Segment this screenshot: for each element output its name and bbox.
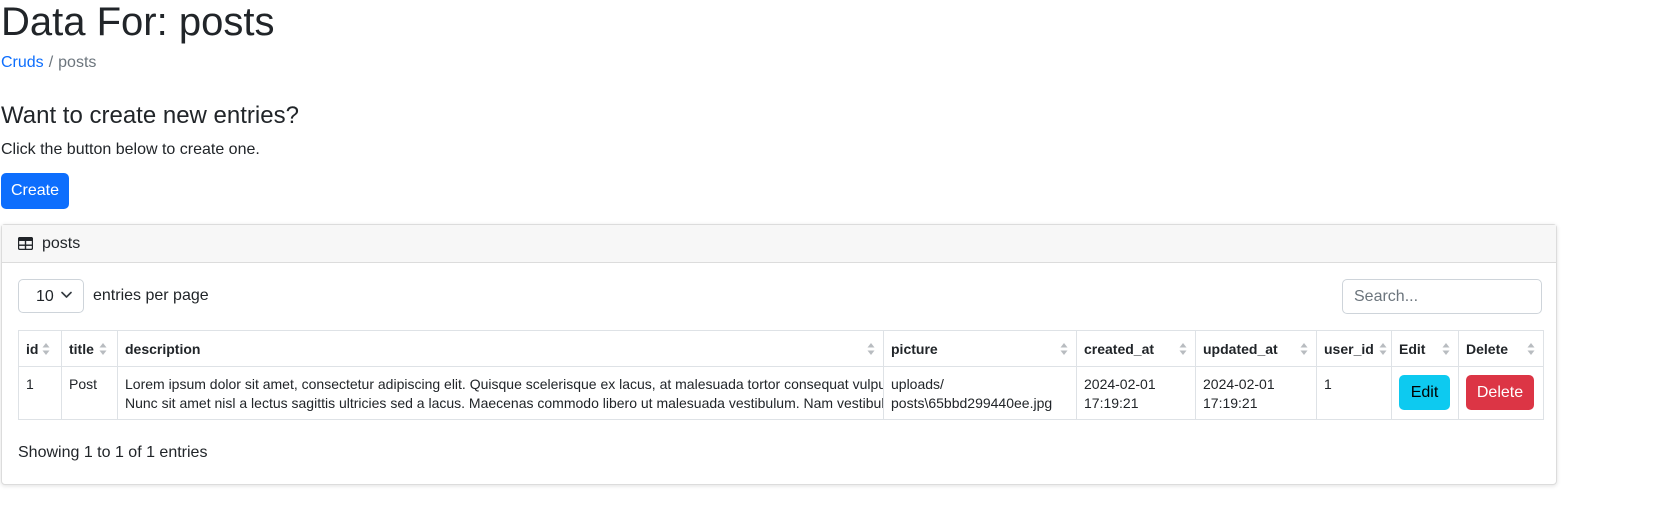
cell-id: 1 (18, 366, 62, 420)
sort-icon (99, 343, 107, 355)
create-help-text: Click the button below to create one. (1, 141, 260, 158)
column-header-title[interactable]: title (61, 330, 118, 367)
search-input[interactable] (1342, 279, 1542, 314)
posts-card: posts 10 entries per page id title descr… (1, 224, 1557, 485)
edit-button[interactable]: Edit (1399, 375, 1450, 410)
card-title: posts (42, 235, 81, 252)
table-row: 1 Post Lorem ipsum dolor sit amet, conse… (18, 366, 1544, 420)
cell-user-id: 1 (1316, 366, 1392, 420)
cell-title: Post (61, 366, 118, 420)
column-header-created-at[interactable]: created_at (1076, 330, 1196, 367)
sort-icon (1060, 343, 1068, 355)
column-header-picture[interactable]: picture (883, 330, 1077, 367)
column-header-updated-at[interactable]: updated_at (1195, 330, 1317, 367)
picture-line: posts\65bbd299440ee.jpg (891, 395, 1053, 411)
description-line: Nunc sit amet nisl a lectus sagittis ult… (125, 395, 884, 411)
sort-icon (1179, 343, 1187, 355)
table-header-row: id title description picture created_at … (18, 330, 1544, 367)
cell-description: Lorem ipsum dolor sit amet, consectetur … (117, 366, 884, 420)
card-header: posts (2, 225, 1556, 263)
delete-button[interactable]: Delete (1466, 375, 1534, 410)
cell-edit: Edit (1391, 366, 1459, 420)
entries-per-page-label: entries per page (93, 287, 209, 304)
updated-at-date: 2024-02-01 (1203, 376, 1275, 392)
page-title: Data For: posts (1, 0, 275, 44)
breadcrumb: Cruds / posts (1, 51, 96, 75)
breadcrumb-separator: / (48, 54, 54, 71)
column-header-description[interactable]: description (117, 330, 884, 367)
table-icon (18, 237, 33, 250)
sort-icon (867, 343, 875, 355)
cell-updated-at: 2024-02-01 17:19:21 (1195, 366, 1317, 420)
picture-line: uploads/ (891, 376, 944, 392)
sort-icon (1379, 343, 1387, 355)
updated-at-time: 17:19:21 (1203, 395, 1258, 411)
entries-per-page-value: 10 (36, 288, 54, 305)
chevron-down-icon (61, 291, 72, 298)
posts-table: id title description picture created_at … (18, 330, 1544, 420)
created-at-date: 2024-02-01 (1084, 376, 1156, 392)
create-button[interactable]: Create (1, 173, 69, 209)
table-info: Showing 1 to 1 of 1 entries (18, 444, 208, 461)
sort-icon (1527, 343, 1535, 355)
sort-icon (1442, 343, 1450, 355)
breadcrumb-current: posts (58, 54, 97, 71)
entries-per-page-select[interactable]: 10 (18, 279, 84, 313)
cell-delete: Delete (1458, 366, 1544, 420)
page: Data For: posts Cruds / posts Want to crea… (0, 0, 1659, 527)
column-header-edit[interactable]: Edit (1391, 330, 1459, 367)
column-header-user-id[interactable]: user_id (1316, 330, 1392, 367)
column-header-delete[interactable]: Delete (1458, 330, 1544, 367)
created-at-time: 17:19:21 (1084, 395, 1139, 411)
cell-picture: uploads/ posts\65bbd299440ee.jpg (883, 366, 1077, 420)
description-line: Lorem ipsum dolor sit amet, consectetur … (125, 376, 884, 392)
sort-icon (1300, 343, 1308, 355)
column-header-id[interactable]: id (18, 330, 62, 367)
sort-icon (42, 343, 50, 355)
cell-created-at: 2024-02-01 17:19:21 (1076, 366, 1196, 420)
create-heading: Want to create new entries? (1, 102, 299, 129)
breadcrumb-link-cruds[interactable]: Cruds (1, 54, 44, 71)
